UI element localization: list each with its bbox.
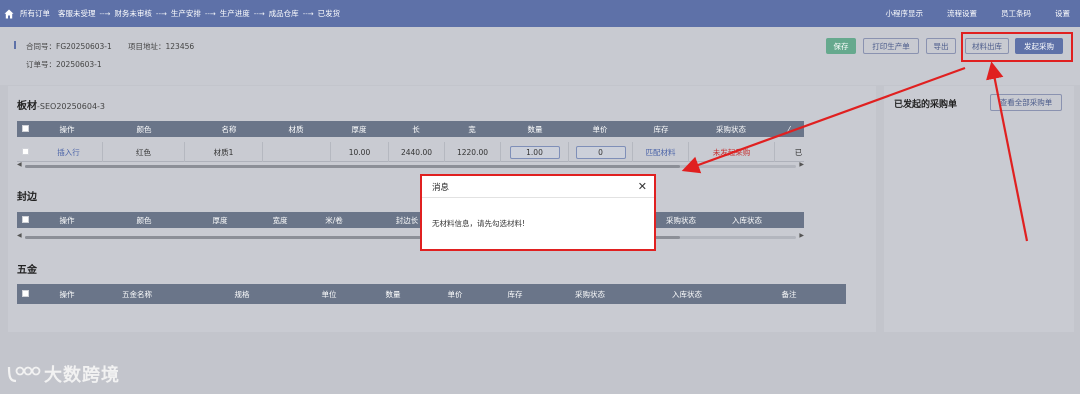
watermark-logo-icon (7, 366, 41, 383)
dialog-message: 无材料信息，请先勾选材料! (432, 219, 526, 228)
watermark: 大数跨境 (6, 361, 120, 387)
message-dialog: 消息 ✕ 无材料信息，请先勾选材料! (420, 174, 656, 251)
watermark-text: 大数跨境 (44, 365, 120, 386)
arrow-to-purchase-button (986, 61, 1029, 242)
dialog-title: 消息 (432, 182, 450, 193)
arrow-to-dialog (681, 66, 966, 174)
close-icon[interactable]: ✕ (638, 180, 647, 193)
